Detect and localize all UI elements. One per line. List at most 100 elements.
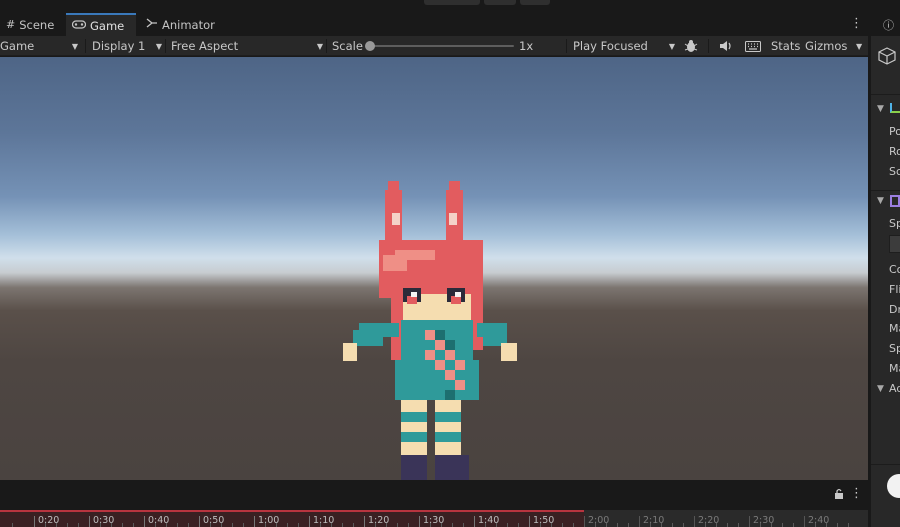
timeline-minor-tick (155, 523, 156, 527)
inspector-row: Sp (889, 342, 900, 355)
inspector-row: Ma (889, 322, 900, 335)
timeline-minor-tick (45, 523, 46, 527)
timeline-minor-tick (56, 523, 57, 527)
timeline-minor-tick (188, 523, 189, 527)
inspector-row: Co (889, 263, 900, 276)
aspect-dropdown[interactable]: Free Aspect ▼ (171, 36, 323, 56)
divider (871, 464, 900, 465)
inspector-row: Fli (889, 283, 900, 296)
timeline-panel: ⋮ 0:20 0:30 0:40 0:50 1:00 1:10 1:20 1:30 1:40 1:… (0, 480, 868, 527)
aspect-label: Free Aspect (171, 39, 239, 53)
timeline-minor-tick (815, 523, 816, 527)
timeline-menu-icon[interactable]: ⋮ (850, 486, 863, 501)
timeline-minor-tick (463, 523, 464, 527)
timeline-minor-tick (617, 523, 618, 527)
divider (871, 94, 900, 95)
timeline-minor-tick (551, 523, 552, 527)
timeline-minor-tick (650, 523, 651, 527)
timeline-minor-tick (78, 523, 79, 527)
timeline-minor-tick (573, 523, 574, 527)
inspector-row: Ro (889, 145, 900, 158)
timeline-minor-tick (12, 523, 13, 527)
timeline-header: ⋮ (0, 480, 868, 510)
foldout-arrow-icon[interactable]: ▼ (877, 384, 884, 394)
scale-slider-thumb[interactable] (365, 41, 375, 51)
display-type-label: Game (0, 39, 35, 53)
inspector-row: Ad (889, 382, 900, 395)
play-mode-label: Play Focused (573, 39, 648, 53)
timeline-minor-tick (540, 523, 541, 527)
timeline-minor-tick (133, 523, 134, 527)
divider (566, 39, 567, 53)
timeline-minor-tick (771, 523, 772, 527)
timeline-minor-tick (100, 523, 101, 527)
foldout-arrow-icon[interactable]: ▼ (877, 196, 884, 206)
play-mode-dropdown[interactable]: Play Focused ▼ (573, 36, 675, 56)
kebab-menu-icon[interactable]: ⋮ (850, 16, 863, 31)
timeline-minor-tick (595, 523, 596, 527)
preview-sphere (887, 474, 900, 498)
timeline-minor-tick (122, 523, 123, 527)
inspector-row: Dr (889, 303, 900, 316)
gamepad-icon (71, 19, 87, 32)
sprite-field[interactable] (889, 235, 900, 253)
sprite-renderer-icon (890, 195, 900, 207)
foldout-arrow-icon[interactable]: ▼ (877, 104, 884, 114)
timeline-minor-tick (397, 523, 398, 527)
timeline-minor-tick (760, 523, 761, 527)
gizmos-button[interactable]: Gizmos (805, 36, 847, 56)
timeline-minor-tick (287, 523, 288, 527)
inspector-row: Ma (889, 362, 900, 375)
timeline-minor-tick (67, 523, 68, 527)
timeline-minor-tick (210, 523, 211, 527)
tab-animator[interactable]: Animator (140, 13, 221, 36)
inspector-tab[interactable]: ⓘ (871, 12, 900, 36)
timeline-minor-tick (342, 523, 343, 527)
timeline-minor-tick (111, 523, 112, 527)
divider (326, 39, 327, 53)
timeline-minor-tick (452, 523, 453, 527)
timeline-minor-tick (518, 523, 519, 527)
timeline-minor-tick (353, 523, 354, 527)
timeline-minor-tick (793, 523, 794, 527)
tab-game-label: Game (90, 18, 125, 33)
audio-mute-icon[interactable] (719, 36, 733, 56)
timeline-minor-tick (727, 523, 728, 527)
scale-slider-track[interactable] (368, 45, 514, 47)
keyboard-icon[interactable] (745, 36, 761, 56)
game-toolbar: Game ▼ Display 1 ▼ Free Aspect ▼ Scale 1… (0, 36, 868, 56)
divider (85, 39, 86, 53)
window-control-1[interactable] (424, 0, 480, 5)
stats-button[interactable]: Stats (771, 36, 800, 56)
tab-game[interactable]: Game (66, 13, 136, 36)
timeline-minor-tick (661, 523, 662, 527)
timeline-minor-tick (408, 523, 409, 527)
tab-animator-label: Animator (162, 17, 215, 32)
tab-scene[interactable]: # Scene (0, 13, 60, 36)
lock-icon[interactable] (834, 488, 844, 503)
timeline-minor-tick (628, 523, 629, 527)
game-viewport[interactable] (0, 57, 868, 480)
timeline-minor-tick (683, 523, 684, 527)
tab-scene-label: Scene (19, 17, 55, 32)
bug-icon[interactable] (684, 36, 698, 56)
view-tab-bar: # Scene Game Animator ⋮ (0, 12, 868, 36)
gizmos-dropdown-icon[interactable]: ▼ (856, 36, 862, 56)
chevron-down-icon: ▼ (155, 41, 162, 51)
timeline-minor-tick (705, 523, 706, 527)
timeline-minor-tick (243, 523, 244, 527)
window-control-3[interactable] (520, 0, 550, 5)
timeline-minor-tick (496, 523, 497, 527)
timeline-minor-tick (320, 523, 321, 527)
display-label: Display 1 (92, 39, 146, 53)
pixel-character-sprite (343, 181, 517, 480)
timeline-minor-tick (826, 523, 827, 527)
inspector-row: Po (889, 125, 900, 138)
display-dropdown[interactable]: Display 1 ▼ (92, 36, 162, 56)
transform-icon (890, 103, 900, 113)
timeline-ruler[interactable]: 0:20 0:30 0:40 0:50 1:00 1:10 1:20 1:30 1:40 1:50… (0, 510, 868, 527)
display-type-dropdown[interactable]: Game ▼ (0, 36, 82, 56)
window-control-2[interactable] (484, 0, 516, 5)
inspector-panel: ⓘ ▼ Po Ro Sc ▼ Sp Co Fli Dr Ma Sp Ma ▼ A… (868, 12, 900, 527)
timeline-minor-tick (177, 523, 178, 527)
